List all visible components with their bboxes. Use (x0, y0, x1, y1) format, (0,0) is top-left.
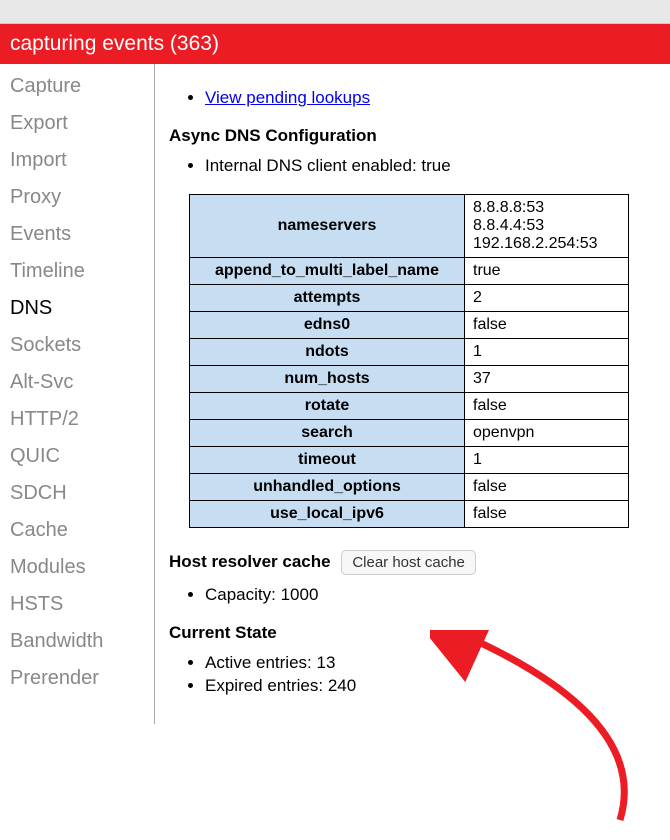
sidebar-item-modules[interactable]: Modules (0, 549, 154, 586)
sidebar-item-events[interactable]: Events (0, 216, 154, 253)
capacity-value: Capacity: 1000 (205, 585, 656, 605)
config-value: 37 (465, 366, 629, 393)
async-dns-heading: Async DNS Configuration (169, 126, 656, 146)
sidebar: CaptureExportImportProxyEventsTimelineDN… (0, 64, 155, 724)
sidebar-item-quic[interactable]: QUIC (0, 438, 154, 475)
capture-status-banner: capturing events (363) (0, 24, 670, 64)
config-value: false (465, 393, 629, 420)
sidebar-item-alt-svc[interactable]: Alt-Svc (0, 364, 154, 401)
sidebar-item-prerender[interactable]: Prerender (0, 660, 154, 697)
internal-dns-client-status: Internal DNS client enabled: true (205, 156, 656, 176)
config-value: 8.8.8.8:538.8.4.4:53192.168.2.254:53 (465, 195, 629, 258)
config-value: false (465, 474, 629, 501)
config-value: false (465, 501, 629, 528)
sidebar-item-capture[interactable]: Capture (0, 68, 154, 105)
config-key: num_hosts (190, 366, 465, 393)
config-key: unhandled_options (190, 474, 465, 501)
table-row: rotatefalse (190, 393, 629, 420)
config-key: attempts (190, 285, 465, 312)
host-resolver-cache-label: Host resolver cache (169, 552, 331, 571)
table-row: num_hosts37 (190, 366, 629, 393)
sidebar-item-proxy[interactable]: Proxy (0, 179, 154, 216)
sidebar-item-cache[interactable]: Cache (0, 512, 154, 549)
sidebar-item-sdch[interactable]: SDCH (0, 475, 154, 512)
sidebar-item-bandwidth[interactable]: Bandwidth (0, 623, 154, 660)
config-key: ndots (190, 339, 465, 366)
table-row: use_local_ipv6false (190, 501, 629, 528)
table-row: searchopenvpn (190, 420, 629, 447)
config-key: rotate (190, 393, 465, 420)
sidebar-item-timeline[interactable]: Timeline (0, 253, 154, 290)
config-key: append_to_multi_label_name (190, 258, 465, 285)
browser-chrome-bar (0, 0, 670, 24)
current-state-heading: Current State (169, 623, 656, 643)
config-value: true (465, 258, 629, 285)
config-value: openvpn (465, 420, 629, 447)
config-key: timeout (190, 447, 465, 474)
table-row: edns0false (190, 312, 629, 339)
current-state-item: Expired entries: 240 (205, 676, 656, 696)
config-key: edns0 (190, 312, 465, 339)
config-value: false (465, 312, 629, 339)
sidebar-item-dns[interactable]: DNS (0, 290, 154, 327)
host-resolver-cache-line: Host resolver cache Clear host cache (169, 550, 656, 575)
sidebar-item-sockets[interactable]: Sockets (0, 327, 154, 364)
view-pending-lookups-link[interactable]: View pending lookups (205, 88, 370, 107)
table-row: nameservers8.8.8.8:538.8.4.4:53192.168.2… (190, 195, 629, 258)
config-value: 1 (465, 447, 629, 474)
config-key: nameservers (190, 195, 465, 258)
table-row: timeout1 (190, 447, 629, 474)
dns-config-table: nameservers8.8.8.8:538.8.4.4:53192.168.2… (189, 194, 629, 528)
table-row: attempts2 (190, 285, 629, 312)
config-value: 1 (465, 339, 629, 366)
banner-text: capturing events (363) (10, 32, 219, 55)
current-state-item: Active entries: 13 (205, 653, 656, 673)
config-key: use_local_ipv6 (190, 501, 465, 528)
sidebar-item-import[interactable]: Import (0, 142, 154, 179)
clear-host-cache-button[interactable]: Clear host cache (341, 550, 476, 575)
table-row: ndots1 (190, 339, 629, 366)
pending-lookups-item: View pending lookups (205, 88, 656, 108)
sidebar-item-export[interactable]: Export (0, 105, 154, 142)
table-row: unhandled_optionsfalse (190, 474, 629, 501)
config-value: 2 (465, 285, 629, 312)
sidebar-item-http-2[interactable]: HTTP/2 (0, 401, 154, 438)
table-row: append_to_multi_label_nametrue (190, 258, 629, 285)
main-content: View pending lookups Async DNS Configura… (155, 64, 670, 724)
sidebar-item-hsts[interactable]: HSTS (0, 586, 154, 623)
config-key: search (190, 420, 465, 447)
